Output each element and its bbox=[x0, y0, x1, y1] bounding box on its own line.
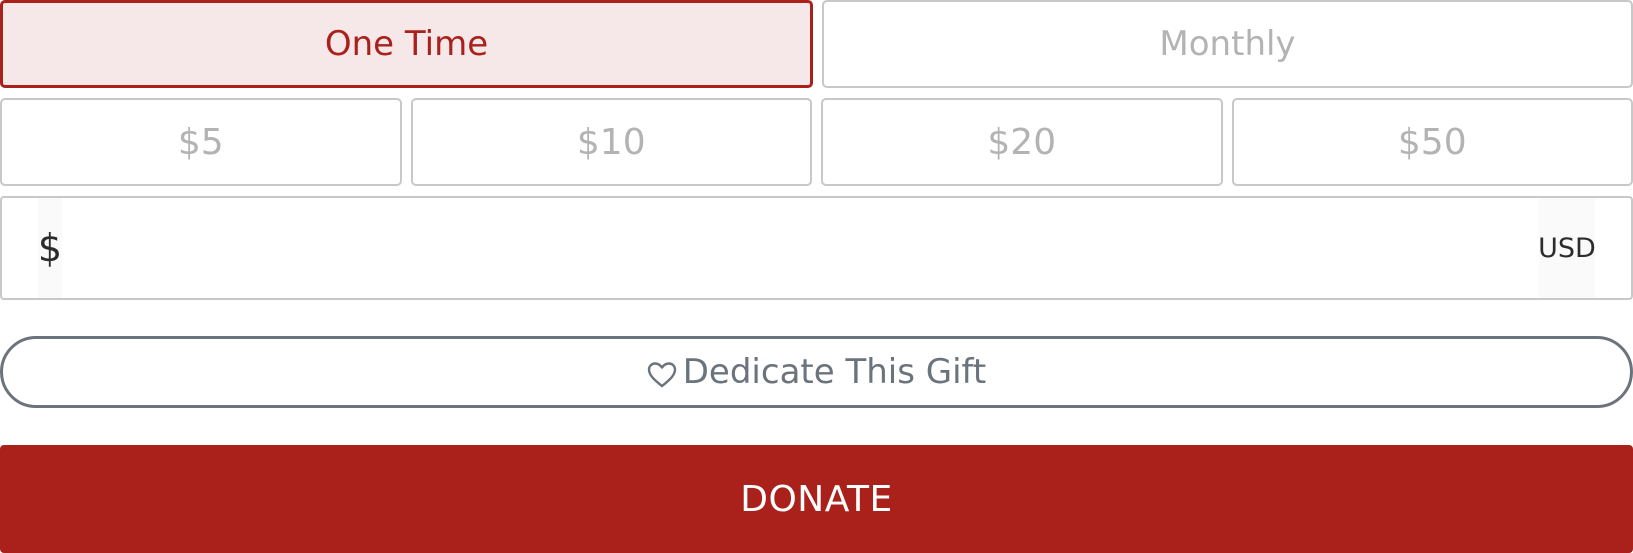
frequency-one-time-button[interactable]: One Time bbox=[0, 0, 813, 88]
preset-amounts: $5 $10 $20 $50 bbox=[0, 98, 1633, 186]
amount-50-button[interactable]: $50 bbox=[1231, 98, 1633, 186]
amount-20-button[interactable]: $20 bbox=[821, 98, 1223, 186]
custom-amount-input[interactable] bbox=[62, 203, 1539, 293]
frequency-selector: One Time Monthly bbox=[0, 0, 1633, 88]
currency-symbol: $ bbox=[38, 198, 62, 298]
dedicate-gift-label: Dedicate This Gift bbox=[682, 352, 987, 392]
dedicate-gift-button[interactable]: Dedicate This Gift bbox=[0, 336, 1633, 408]
donate-button[interactable]: DONATE bbox=[0, 445, 1633, 553]
frequency-monthly-button[interactable]: Monthly bbox=[822, 0, 1633, 88]
custom-amount-field: $ USD bbox=[0, 196, 1633, 300]
amount-5-button[interactable]: $5 bbox=[0, 98, 402, 186]
currency-code: USD bbox=[1538, 198, 1596, 298]
amount-10-button[interactable]: $10 bbox=[410, 98, 812, 186]
donate-label: DONATE bbox=[740, 478, 893, 520]
donation-form: One Time Monthly $5 $10 $20 $50 $ USD De… bbox=[0, 0, 1633, 553]
heart-outline-icon bbox=[647, 361, 677, 389]
